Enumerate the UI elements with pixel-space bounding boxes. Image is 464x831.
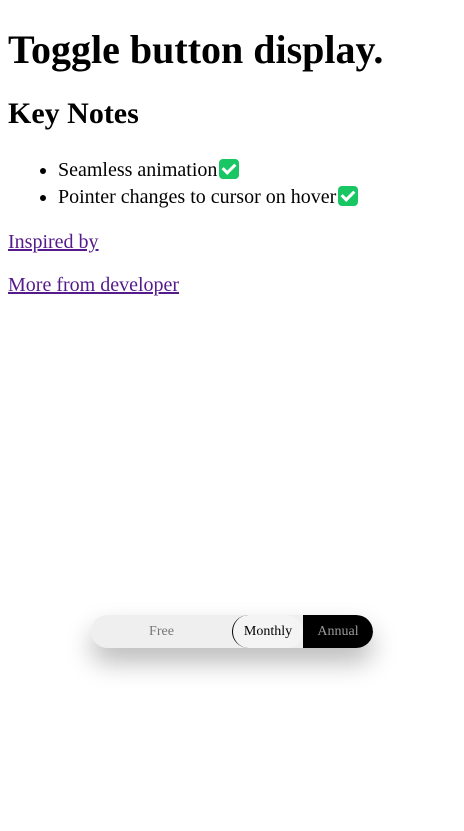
page: Toggle button display. Key Notes Seamles… — [0, 0, 464, 831]
toggle-option-annual[interactable]: Annual — [303, 615, 373, 648]
note-text: Seamless animation — [58, 159, 218, 181]
pricing-toggle[interactable]: Free Annual Monthly — [91, 615, 373, 648]
more-from-developer-link[interactable]: More from developer — [8, 273, 456, 297]
key-notes-list: Seamless animation Pointer changes to cu… — [8, 157, 456, 211]
toggle-option-monthly[interactable]: Monthly — [232, 615, 303, 648]
toggle-option-free[interactable]: Free — [91, 615, 232, 648]
inspired-by-link[interactable]: Inspired by — [8, 230, 456, 254]
content: Toggle button display. Key Notes Seamles… — [8, 0, 456, 297]
list-item: Pointer changes to cursor on hover — [58, 184, 456, 211]
page-title: Toggle button display. — [8, 27, 384, 72]
list-item: Seamless animation — [58, 157, 456, 184]
note-text: Pointer changes to cursor on hover — [58, 186, 337, 208]
section-heading: Key Notes — [8, 97, 139, 130]
check-icon — [338, 186, 359, 206]
check-icon — [219, 159, 240, 179]
